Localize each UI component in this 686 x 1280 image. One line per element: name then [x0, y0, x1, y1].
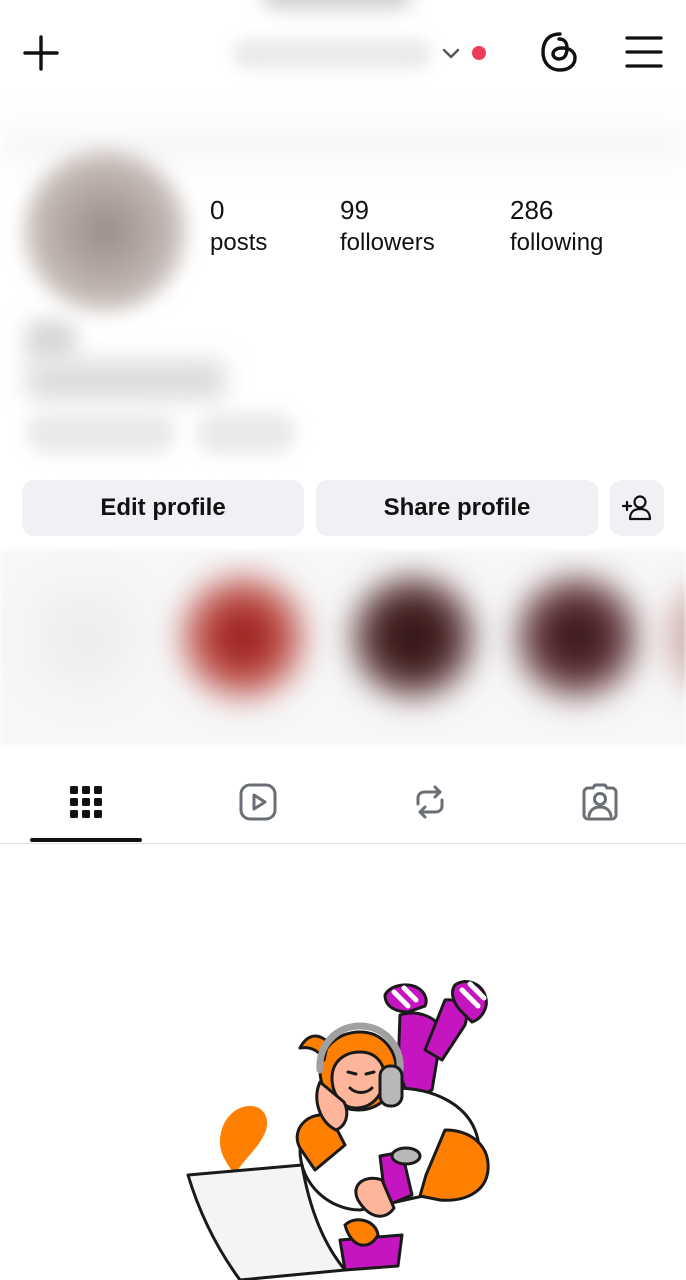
hamburger-menu-icon[interactable]: [624, 34, 664, 70]
followers-label: followers: [340, 229, 435, 256]
threads-icon[interactable]: [538, 30, 582, 74]
status-blur: [262, 0, 412, 8]
reels-icon: [239, 783, 277, 821]
story-highlights-blurred: [0, 550, 686, 745]
add-person-button[interactable]: [610, 480, 664, 536]
repost-icon: [416, 785, 444, 819]
bio-link-blurred[interactable]: [26, 412, 176, 454]
bio-chip-blurred[interactable]: [196, 412, 296, 454]
following-stat[interactable]: 286 following: [510, 195, 603, 261]
tagged-person-icon: [582, 783, 618, 821]
tab-reels[interactable]: [188, 760, 328, 844]
highlight-item[interactable]: [178, 572, 308, 702]
highlight-new[interactable]: [20, 572, 150, 702]
profile-stats: 0 posts 99 followers 286 following: [0, 195, 686, 265]
highlight-item[interactable]: [512, 572, 642, 702]
profile-tabs: [0, 760, 686, 844]
display-name-blurred: [26, 320, 76, 360]
following-label: following: [510, 229, 604, 256]
profile-screen: 0 posts 99 followers 286 following Edit …: [0, 0, 686, 1280]
highlight-item[interactable]: [660, 572, 686, 702]
chevron-down-icon[interactable]: [440, 42, 462, 64]
top-bar: [0, 0, 686, 105]
notification-dot: [472, 46, 486, 60]
plus-icon[interactable]: [22, 34, 60, 72]
tab-grid[interactable]: [16, 760, 156, 844]
posts-stat[interactable]: 0 posts: [210, 195, 267, 261]
grid-icon: [70, 786, 102, 818]
highlight-item[interactable]: [348, 572, 478, 702]
tab-reposts[interactable]: [360, 760, 500, 844]
bio-blurred: [26, 360, 226, 400]
tab-tagged[interactable]: [530, 760, 670, 844]
followers-count: 99: [340, 195, 369, 225]
share-profile-button[interactable]: Share profile: [316, 480, 598, 536]
empty-posts-illustration: [180, 970, 510, 1280]
active-tab-indicator: [30, 838, 142, 842]
following-count: 286: [510, 195, 554, 225]
followers-stat[interactable]: 99 followers: [340, 195, 435, 261]
add-person-icon: [621, 495, 652, 521]
edit-profile-button[interactable]: Edit profile: [22, 480, 304, 536]
posts-label: posts: [210, 229, 268, 256]
posts-count: 0: [210, 195, 225, 225]
username-blurred[interactable]: [232, 38, 432, 70]
